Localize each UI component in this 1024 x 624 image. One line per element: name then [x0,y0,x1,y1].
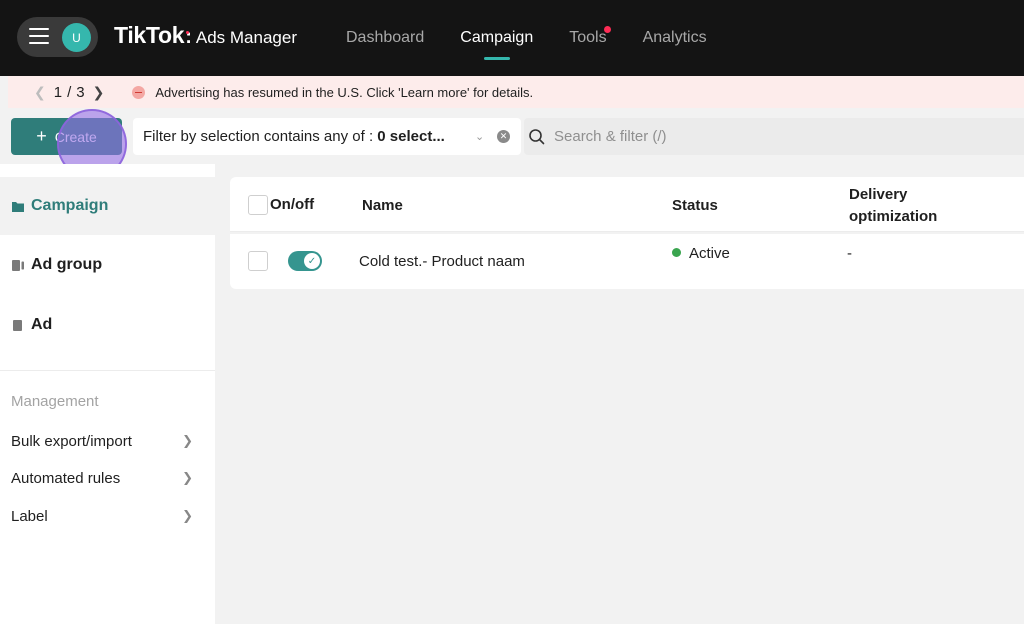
notice-banner: ❮ 1 / 3 ❯ Advertising has resumed in the… [8,76,1024,108]
sidebar-item-label: Ad group [31,256,103,273]
nav-dashboard[interactable]: Dashboard [346,0,424,76]
search-input[interactable] [554,128,954,145]
sidebar: Campaign Ad group Ad Management Bulk exp… [0,164,215,624]
pager-current: 1 [53,83,63,101]
status-badge: Active [672,245,730,262]
mgmt-item-label: Automated rules [11,469,121,487]
folder-icon [12,201,24,212]
hamburger-icon [29,28,49,46]
brand-wordmark: TikTok [114,22,185,48]
campaign-table: On/off Name Status Delivery optimization… [230,177,1024,289]
notification-dot-icon [603,26,611,33]
filter-prefix: Filter by selection contains any of : [143,128,374,145]
top-bar: U TikTok : Ads Manager Dashboard Campaig… [0,0,1024,76]
filter-chip[interactable]: Filter by selection contains any of : 0 … [133,118,521,155]
table-header: On/off Name Status Delivery optimization [230,177,1024,232]
sidebar-item-ad[interactable]: Ad [0,296,215,354]
nav-tools[interactable]: Tools [569,0,611,76]
status-dot-icon [672,248,681,257]
nav-analytics[interactable]: Analytics [643,0,707,76]
create-button[interactable]: + Create [11,118,122,155]
toolbar: + Create Filter by selection contains an… [0,108,1024,164]
brand-colon: : [185,26,192,48]
column-header-name[interactable]: Name [362,197,403,214]
chevron-down-icon[interactable]: ⌄ [475,130,484,143]
avatar: U [62,23,91,52]
sidebar-item-label: Campaign [31,197,109,214]
main-nav: Dashboard Campaign Tools Analytics [346,0,743,76]
column-header-optimization[interactable]: optimization [849,208,937,225]
chevron-right-icon: ❯ [182,470,193,485]
column-header-onoff[interactable]: On/off [270,196,314,213]
filter-value: 0 select... [377,128,445,145]
campaign-toggle[interactable]: ✓ [288,251,322,271]
status-text: Active [689,245,730,262]
sidebar-item-label: Ad [31,316,53,333]
clear-filter-icon[interactable]: ✕ [497,130,510,143]
ad-group-icon [12,259,24,271]
column-header-delivery[interactable]: Delivery [849,186,907,203]
sidebar-item-campaign[interactable]: Campaign [0,177,215,235]
chevron-right-icon: ❯ [182,508,193,523]
notice-message: Advertising has resumed in the U.S. Clic… [155,84,534,100]
notice-pager: ❮ 1 / 3 ❯ [26,84,112,101]
delivery-optimization-value: - [847,245,852,262]
nav-tools-label: Tools [569,29,607,46]
minus-circle-icon [132,85,146,99]
pager-total: 3 [76,83,85,101]
management-title: Management [11,393,99,410]
search-bar [524,118,1024,155]
sidebar-item-ad-group[interactable]: Ad group [0,236,215,294]
nav-campaign[interactable]: Campaign [460,0,533,76]
search-icon [529,128,545,144]
brand-logo[interactable]: TikTok : Ads Manager [114,22,297,49]
campaign-name-link[interactable]: Cold test.- Product naam [359,253,525,270]
brand-subtitle: Ads Manager [195,28,297,47]
ad-icon [13,319,22,331]
plus-icon: + [36,126,47,146]
create-label: Create [54,128,97,145]
sidebar-item-label[interactable]: Label ❯ [0,501,215,531]
chevron-left-icon[interactable]: ❮ [34,84,46,101]
sidebar-divider [0,370,215,371]
sidebar-item-bulk-export-import[interactable]: Bulk export/import ❯ [0,426,215,456]
mgmt-item-label: Label [11,507,48,525]
mgmt-item-label: Bulk export/import [11,432,132,450]
check-icon: ✓ [304,253,320,269]
pager-separator: / [67,83,72,101]
column-header-status[interactable]: Status [672,197,718,214]
row-checkbox[interactable] [248,251,268,271]
sidebar-item-automated-rules[interactable]: Automated rules ❯ [0,463,215,493]
table-row[interactable]: ✓ Cold test.- Product naam Active - [230,234,1024,289]
chevron-right-icon: ❯ [182,433,193,448]
chevron-right-icon[interactable]: ❯ [93,84,105,101]
select-all-checkbox[interactable] [248,195,268,215]
account-menu-button[interactable]: U [17,17,98,57]
